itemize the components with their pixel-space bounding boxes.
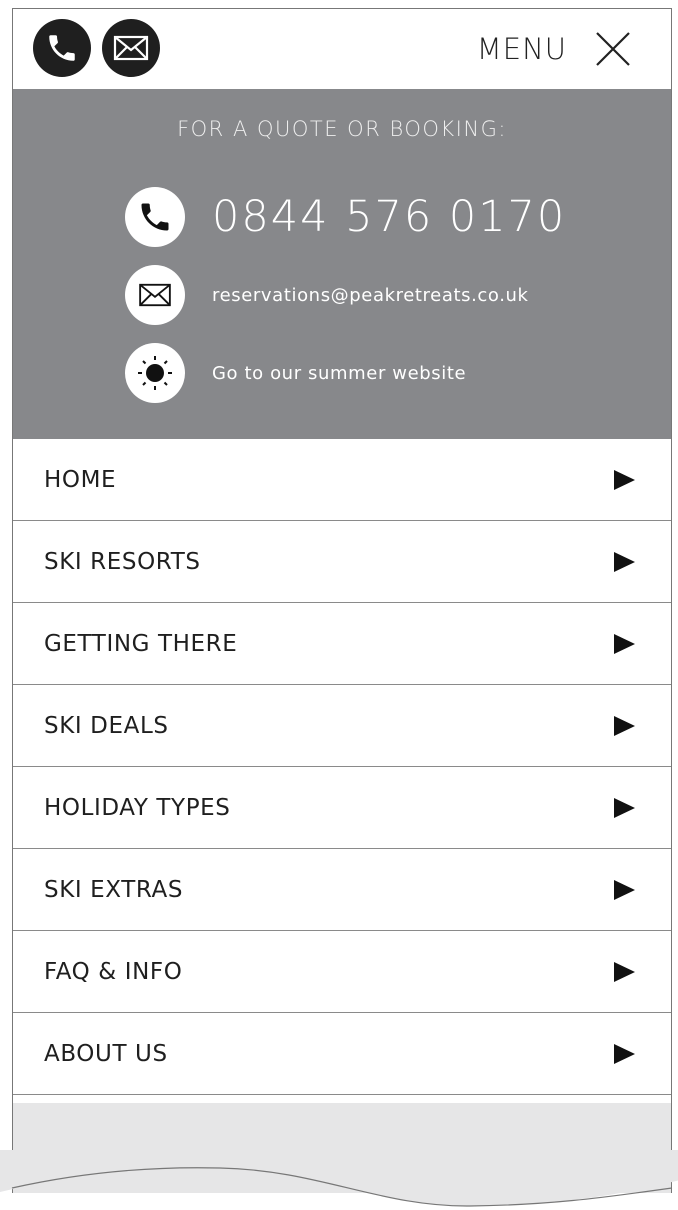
arrow-right-icon	[614, 797, 635, 818]
arrow-right-icon	[614, 715, 635, 736]
nav-item-label: SKI DEALS	[44, 712, 169, 739]
sun-icon	[138, 356, 172, 390]
nav-item-ski-deals[interactable]: SKI DEALS	[13, 685, 671, 767]
nav-item-home[interactable]: HOME	[13, 439, 671, 521]
summer-row[interactable]: Go to our summer website	[125, 343, 466, 403]
email-row[interactable]: reservations@peakretreats.co.uk	[125, 265, 529, 325]
torn-edge-divider	[0, 1150, 678, 1207]
arrow-right-icon	[614, 879, 635, 900]
nav-item-ski-resorts[interactable]: SKI RESORTS	[13, 521, 671, 603]
nav-item-label: GETTING THERE	[44, 630, 238, 657]
phone-icon-circle	[125, 187, 185, 247]
contact-panel: FOR A QUOTE OR BOOKING: 0844 576 0170 re…	[13, 89, 671, 439]
sun-icon-circle	[125, 343, 185, 403]
top-bar: MENU	[13, 9, 671, 89]
phone-icon	[49, 35, 75, 61]
mail-icon	[139, 283, 171, 307]
phone-icon	[141, 203, 169, 231]
nav-item-label: SKI EXTRAS	[44, 876, 184, 903]
email-link[interactable]: reservations@peakretreats.co.uk	[212, 285, 529, 306]
arrow-right-icon	[614, 551, 635, 572]
mobile-menu-frame: MENU FOR A QUOTE OR BOOKING: 0844 576 01…	[12, 8, 672, 1193]
nav-item-getting-there[interactable]: GETTING THERE	[13, 603, 671, 685]
summer-website-link[interactable]: Go to our summer website	[212, 363, 466, 384]
arrow-right-icon	[614, 961, 635, 982]
mail-icon-circle	[125, 265, 185, 325]
nav-item-label: SKI RESORTS	[44, 548, 201, 575]
nav-item-label: FAQ & INFO	[44, 958, 183, 985]
nav-item-about-us[interactable]: ABOUT US	[13, 1013, 671, 1095]
nav-item-label: ABOUT US	[44, 1040, 168, 1067]
phone-number-link[interactable]: 0844 576 0170	[212, 192, 566, 242]
mail-button[interactable]	[102, 19, 160, 77]
nav-item-holiday-types[interactable]: HOLIDAY TYPES	[13, 767, 671, 849]
arrow-right-icon	[614, 633, 635, 654]
menu-label: MENU	[476, 32, 567, 66]
arrow-right-icon	[614, 469, 635, 490]
phone-button[interactable]	[33, 19, 91, 77]
menu-close-toggle[interactable]: MENU	[477, 31, 631, 67]
arrow-right-icon	[614, 1043, 635, 1064]
phone-row[interactable]: 0844 576 0170	[125, 187, 566, 247]
contact-heading: FOR A QUOTE OR BOOKING:	[177, 117, 507, 141]
nav-item-ski-extras[interactable]: SKI EXTRAS	[13, 849, 671, 931]
close-icon[interactable]	[595, 31, 631, 67]
nav-item-label: HOME	[44, 466, 117, 493]
main-nav: HOME SKI RESORTS GETTING THERE SKI DEALS…	[13, 439, 671, 1095]
nav-item-label: HOLIDAY TYPES	[44, 794, 231, 821]
mail-icon	[113, 35, 149, 61]
nav-item-faq-info[interactable]: FAQ & INFO	[13, 931, 671, 1013]
